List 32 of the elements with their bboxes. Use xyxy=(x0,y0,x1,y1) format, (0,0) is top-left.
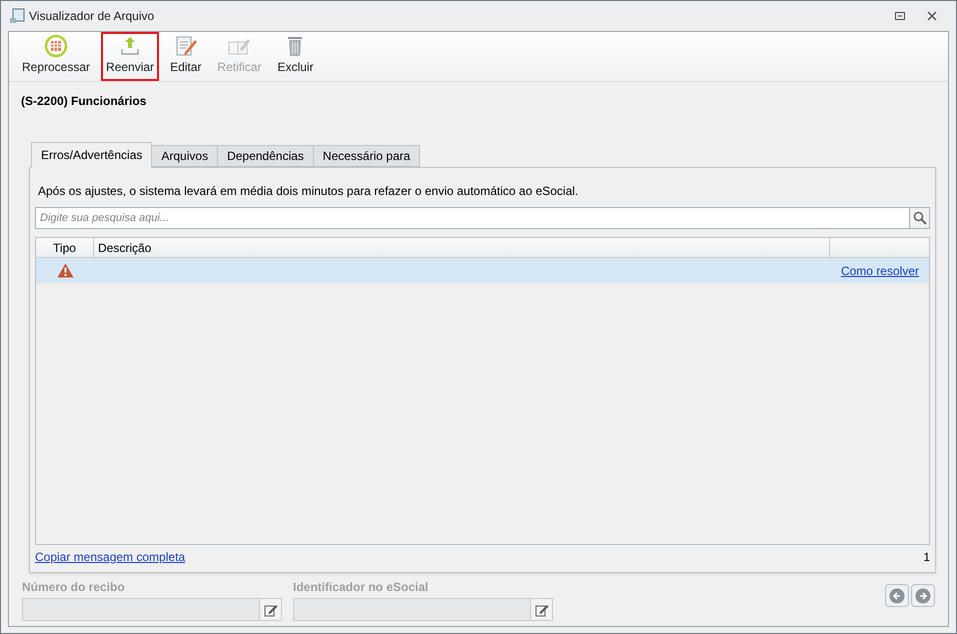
copy-message-link[interactable]: Copiar mensagem completa xyxy=(35,548,186,566)
previous-button[interactable] xyxy=(885,584,909,607)
column-header: Descrição xyxy=(94,238,830,257)
tab[interactable]: Erros/Advertências xyxy=(31,142,152,168)
tab[interactable]: Dependências xyxy=(217,145,314,167)
toolbar-button[interactable]: Reenviar xyxy=(101,32,160,81)
item-count: 1 xyxy=(923,549,930,566)
tab[interactable]: Necessário para xyxy=(312,145,420,167)
window-app-icon xyxy=(9,8,25,24)
search-icon xyxy=(912,211,926,225)
refresh-calendar-icon xyxy=(44,34,68,58)
record-heading: (S-2200) Funcionários xyxy=(21,93,146,110)
column-header: Tipo xyxy=(36,238,94,257)
notice-text: Após os ajustes, o sistema levará em média dois minutos para refazer o envio automático ao eSocial. xyxy=(38,183,580,200)
restore-icon xyxy=(895,12,905,20)
toolbar-button[interactable]: Reprocessar xyxy=(17,32,96,81)
field-label: Identificador no eSocial xyxy=(293,579,430,596)
document-pencil-icon xyxy=(174,34,198,58)
tab[interactable]: Arquivos xyxy=(151,145,218,167)
next-button[interactable] xyxy=(911,584,935,607)
edit-icon xyxy=(534,602,548,616)
toolbar-button[interactable]: Excluir xyxy=(272,32,318,81)
field-label: Número do recibo xyxy=(22,579,126,596)
table-row[interactable]: Como resolver xyxy=(36,258,929,283)
close-icon xyxy=(927,11,937,21)
toolbar-button[interactable]: Editar xyxy=(165,32,206,81)
search-button[interactable] xyxy=(910,207,930,229)
window-title: Visualizador de Arquivo xyxy=(29,8,154,25)
warning-icon xyxy=(56,263,74,278)
how-to-fix-link[interactable]: Como resolver xyxy=(840,262,919,280)
search-field[interactable]: Digite sua pesquisa aqui... xyxy=(35,207,910,229)
edit-icon xyxy=(264,602,278,616)
